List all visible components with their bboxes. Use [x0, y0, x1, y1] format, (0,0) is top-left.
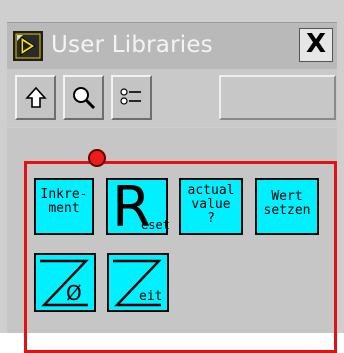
up-arrow-icon [24, 86, 47, 108]
title-bar[interactable]: User Libraries X [7, 22, 337, 70]
toolbar-spacer [219, 75, 336, 120]
selection-dot [88, 149, 106, 167]
magnifier-icon [72, 86, 95, 109]
vi-zeit-label: eit [139, 289, 163, 304]
vi-inkrement[interactable]: Inkre- ment [34, 178, 94, 235]
zero-glyph-icon [40, 259, 89, 307]
vi-inkrement-label: Inkre- ment [40, 187, 88, 216]
vi-zeit[interactable]: eit [107, 253, 169, 312]
vi-wert-setzen-label: Wert setzen [263, 189, 311, 218]
palette-area: Inkre- ment R eset actual value ? Wert s… [7, 128, 337, 353]
search-button[interactable] [63, 75, 104, 120]
window-title: User Libraries [51, 32, 213, 58]
vi-actual-value-label: actual value ? [187, 183, 235, 226]
user-libraries-window: User Libraries X Inkre- ment R eset actu… [0, 0, 344, 353]
options-button[interactable] [111, 75, 152, 120]
labview-icon [13, 31, 43, 61]
vi-wert-setzen[interactable]: Wert setzen [255, 178, 319, 235]
list-options-icon [119, 87, 141, 105]
vi-reset-label: eset [141, 218, 170, 232]
toolbar [7, 69, 337, 127]
vi-reset[interactable]: R eset [106, 178, 170, 236]
vi-zero-label: Ø [66, 281, 82, 305]
vi-actual-value[interactable]: actual value ? [179, 178, 243, 235]
close-button[interactable]: X [299, 28, 333, 62]
vi-zero[interactable]: Ø [34, 253, 96, 312]
up-button[interactable] [15, 75, 56, 120]
